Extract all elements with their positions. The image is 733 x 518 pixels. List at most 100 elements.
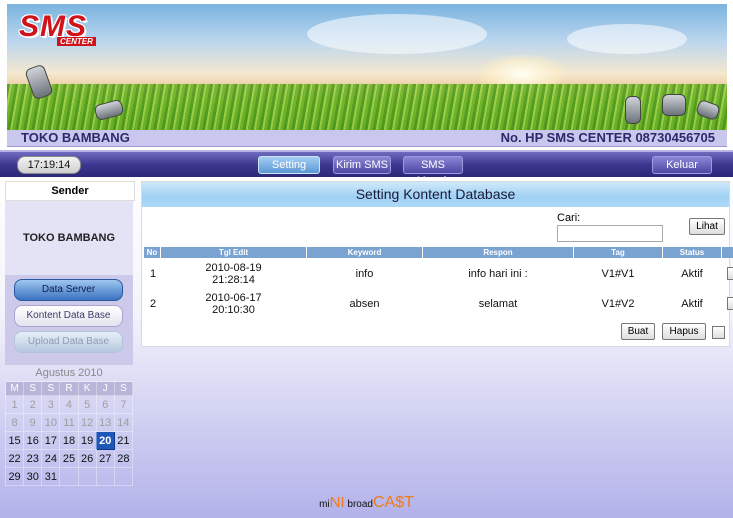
calendar-day-today[interactable]: 20	[95, 431, 115, 450]
calendar-empty	[59, 467, 79, 486]
calendar-day[interactable]: 13	[95, 413, 115, 432]
calendar-day[interactable]: 11	[59, 413, 79, 432]
calendar-day[interactable]: 19	[77, 431, 97, 450]
column-header: No	[144, 247, 160, 258]
logout-button[interactable]: Keluar	[652, 156, 712, 174]
data-server-button[interactable]: Data Server	[14, 279, 123, 301]
calendar-day[interactable]: 2	[23, 395, 43, 414]
footer-text-2: NI	[329, 494, 345, 511]
calendar-day[interactable]: 30	[23, 467, 43, 486]
calendar-day[interactable]: 1	[4, 395, 25, 414]
calendar-day[interactable]: 25	[59, 449, 79, 468]
create-button[interactable]: Buat	[621, 323, 655, 340]
logo: SMS CENTER	[19, 10, 96, 46]
search-input[interactable]	[557, 225, 663, 242]
cell-date: 2010-08-19 21:28:14	[161, 259, 306, 288]
cell-tag: V1#V2	[601, 297, 635, 310]
phone-image	[625, 96, 641, 124]
cell-respon: selamat	[478, 297, 518, 310]
cell-tag: V1#V1	[601, 267, 635, 280]
panel-title: Setting Kontent Database	[142, 182, 729, 207]
cell-keyword: info	[355, 267, 374, 280]
content-panel: Setting Kontent Database Cari: Lihat No …	[141, 181, 733, 347]
calendar-empty	[95, 467, 115, 486]
sidebar-buttons: Data Server Kontent Data Base Upload Dat…	[5, 275, 133, 365]
upload-data-base-button[interactable]: Upload Data Base	[14, 331, 123, 353]
cell-respon: info hari ini :	[468, 267, 528, 280]
footer-text-4: CA$T	[373, 494, 414, 511]
calendar-day[interactable]: 10	[41, 413, 61, 432]
footer-text-1: mi	[319, 499, 330, 510]
weekday-label: M	[4, 381, 25, 396]
clock-display: 17:19:14	[17, 156, 81, 174]
calendar-day[interactable]: 8	[4, 413, 25, 432]
calendar-day[interactable]: 28	[113, 449, 134, 468]
nav-bar: 17:19:14 Setting Kirim SMS SMS Masuk Kel…	[0, 150, 733, 187]
row-checkbox[interactable]	[726, 267, 733, 280]
cell-keyword: absen	[349, 297, 380, 310]
row-checkbox-cell	[722, 289, 733, 318]
calendar-day[interactable]: 14	[113, 413, 134, 432]
cell-status: Aktif	[681, 297, 703, 310]
table-row[interactable]: 2 2010-06-17 20:10:30 absen selamat V1#V2…	[144, 289, 733, 318]
weekday-label: S	[23, 381, 43, 396]
nav-setting-button[interactable]: Setting	[258, 156, 320, 174]
cell-date-time: 20:10:30	[212, 303, 255, 316]
store-bar: TOKO BAMBANG No. HP SMS CENTER 087304567…	[7, 130, 727, 147]
calendar-day[interactable]: 4	[59, 395, 79, 414]
calendar-empty	[113, 467, 134, 486]
content-table: No Tgl Edit Keyword Respon Tag Status 1 …	[143, 246, 733, 319]
calendar-day[interactable]: 26	[77, 449, 97, 468]
nav-sms-masuk-button[interactable]: SMS Masuk	[403, 156, 463, 187]
calendar-day[interactable]: 12	[77, 413, 97, 432]
weekday-label: R	[59, 381, 79, 396]
weekday-label: S	[113, 381, 134, 396]
row-checkbox[interactable]	[726, 297, 733, 310]
column-header: Keyword	[307, 247, 422, 258]
calendar-day[interactable]: 5	[77, 395, 97, 414]
view-button[interactable]: Lihat	[689, 218, 725, 235]
cell-date-day: 2010-06-17	[205, 291, 262, 304]
cell-date-day: 2010-08-19	[205, 261, 262, 274]
calendar-day[interactable]: 17	[41, 431, 61, 450]
sender-name: TOKO BAMBANG	[5, 201, 133, 275]
column-header: Respon	[423, 247, 573, 258]
hp-number: No. HP SMS CENTER 08730456705	[500, 130, 715, 145]
calendar-day[interactable]: 7	[113, 395, 134, 414]
calendar-empty	[77, 467, 97, 486]
nav-kirim-sms-button[interactable]: Kirim SMS	[333, 156, 391, 174]
table-row[interactable]: 1 2010-08-19 21:28:14 info info hari ini …	[144, 259, 733, 288]
cloud-decoration	[307, 14, 487, 54]
calendar-day[interactable]: 21	[113, 431, 134, 450]
store-name: TOKO BAMBANG	[21, 130, 130, 145]
weekday-label: S	[41, 381, 61, 396]
table-header-row: No Tgl Edit Keyword Respon Tag Status	[144, 247, 733, 258]
calendar-day[interactable]: 24	[41, 449, 61, 468]
calendar-grid: M S S R K J S 1 2 3 4 5 6 7 8 9 10 11 12…	[4, 381, 134, 486]
calendar: Agustus 2010 M S S R K J S 1 2 3 4 5 6 7	[4, 366, 134, 486]
calendar-day[interactable]: 31	[41, 467, 61, 486]
calendar-day[interactable]: 3	[41, 395, 61, 414]
delete-button[interactable]: Hapus	[662, 323, 706, 340]
sidebar: Sender TOKO BAMBANG Data Server Kontent …	[4, 181, 135, 486]
calendar-day[interactable]: 18	[59, 431, 79, 450]
phone-image	[662, 94, 686, 116]
calendar-day[interactable]: 27	[95, 449, 115, 468]
calendar-day[interactable]: 9	[23, 413, 43, 432]
cell-no: 1	[150, 267, 157, 280]
cell-status: Aktif	[681, 267, 703, 280]
cell-no: 2	[150, 297, 157, 310]
calendar-day[interactable]: 6	[95, 395, 115, 414]
column-header: Tgl Edit	[161, 247, 306, 258]
calendar-day[interactable]: 15	[4, 431, 25, 450]
calendar-day[interactable]: 16	[23, 431, 43, 450]
kontent-data-base-button[interactable]: Kontent Data Base	[14, 305, 123, 327]
calendar-day[interactable]: 23	[23, 449, 43, 468]
weekday-label: K	[77, 381, 97, 396]
select-all-checkbox[interactable]	[712, 326, 725, 339]
calendar-day[interactable]: 22	[4, 449, 25, 468]
row-checkbox-cell	[722, 259, 733, 288]
calendar-day[interactable]: 29	[4, 467, 25, 486]
calendar-title: Agustus 2010	[35, 367, 103, 379]
sender-header: Sender	[5, 181, 135, 201]
